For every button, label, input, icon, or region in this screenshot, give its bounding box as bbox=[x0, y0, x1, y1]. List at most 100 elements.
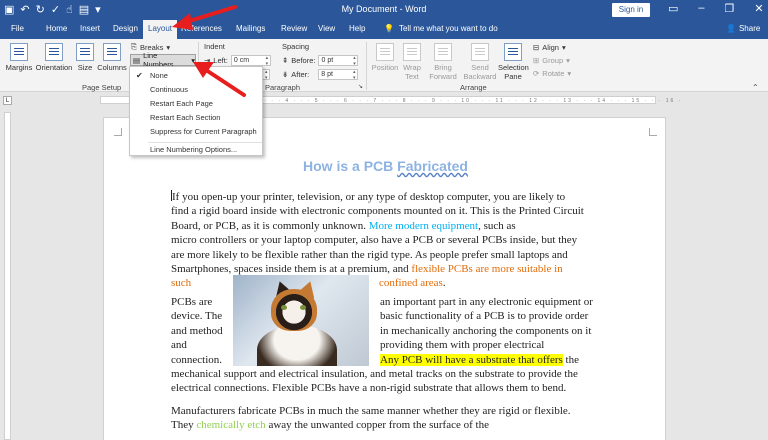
colored-text-run: confined areas bbox=[379, 277, 443, 290]
text-line: providing them with proper electrical bbox=[380, 339, 545, 352]
tab-selector[interactable]: L bbox=[3, 96, 12, 105]
text-run: If you open-up your printer, television,… bbox=[172, 191, 566, 203]
menu-item-continuous[interactable]: Continuous bbox=[130, 83, 262, 97]
spacing-before-input[interactable]: 0 pt bbox=[318, 55, 359, 67]
minimize-icon[interactable]: – bbox=[698, 2, 704, 15]
text-line: mechanical support and electrical insula… bbox=[171, 368, 578, 380]
margins-button[interactable]: Margins bbox=[4, 43, 34, 72]
highlighted-text-run: Any PCB will have a substrate that offer… bbox=[380, 353, 563, 366]
cat-photo[interactable] bbox=[233, 275, 369, 366]
chevron-down-icon: ▾ bbox=[567, 69, 572, 78]
orientation-label: Orientation bbox=[35, 63, 73, 72]
tab-design[interactable]: Design bbox=[113, 24, 138, 33]
ribbon-tabs: File Home Insert Design Layout Reference… bbox=[0, 20, 768, 39]
tab-references[interactable]: References bbox=[181, 24, 222, 33]
ribbon-layout: Margins Orientation Size Columns ⎘ Break… bbox=[0, 39, 768, 92]
colored-text-run: flexible PCBs are more suitable in bbox=[411, 263, 563, 276]
paragraph-2-right-column[interactable]: an important part in any electronic equi… bbox=[380, 295, 610, 367]
text-run: away the unwanted copper from the surfac… bbox=[265, 419, 489, 432]
spacing-heading: Spacing bbox=[282, 42, 310, 51]
columns-button[interactable]: Columns bbox=[96, 43, 128, 72]
share-button[interactable]: 👤 Share bbox=[726, 24, 760, 33]
align-button[interactable]: ⊟ Align ▾ bbox=[533, 43, 566, 52]
group-icon: ⊞ bbox=[533, 56, 540, 65]
heading-misspelled-word: Fabricated bbox=[397, 158, 468, 174]
rotate-icon: ⟳ bbox=[533, 69, 540, 78]
menu-item-none[interactable]: ✔ None bbox=[130, 69, 262, 83]
breaks-icon: ⎘ bbox=[131, 42, 137, 51]
close-icon[interactable]: ✕ bbox=[754, 2, 763, 15]
menu-item-line-numbering-options[interactable]: Line Numbering Options... bbox=[130, 143, 262, 157]
tab-layout[interactable]: Layout bbox=[143, 20, 178, 39]
text-run: , such as bbox=[478, 219, 516, 232]
wrap-text-button[interactable]: Wrap Text bbox=[401, 43, 423, 81]
group-button[interactable]: ⊞ Group ▾ bbox=[533, 56, 570, 65]
bring-forward-icon bbox=[434, 43, 452, 61]
arrange-group-label: Arrange bbox=[460, 83, 487, 92]
chevron-down-icon: ▾ bbox=[191, 55, 195, 65]
backward-label: Backward bbox=[463, 72, 497, 81]
tab-view[interactable]: View bbox=[318, 24, 335, 33]
tab-home[interactable]: Home bbox=[46, 24, 67, 33]
align-label: Align bbox=[542, 43, 559, 52]
position-label: Position bbox=[371, 63, 399, 72]
ribbon-display-icon[interactable]: ▭ bbox=[668, 2, 678, 15]
paragraph-2-bottom[interactable]: mechanical support and electrical insula… bbox=[171, 367, 611, 396]
menu-item-suppress[interactable]: Suppress for Current Paragraph bbox=[130, 125, 262, 139]
tab-mailings[interactable]: Mailings bbox=[236, 24, 265, 33]
maximize-icon[interactable]: ❐ bbox=[725, 2, 735, 15]
text-line: PCBs are bbox=[171, 296, 213, 308]
selection-pane-button[interactable]: Selection Pane bbox=[498, 43, 529, 81]
tab-review[interactable]: Review bbox=[281, 24, 307, 33]
spacing-after-icon: ⇟ bbox=[282, 70, 289, 79]
menu-item-restart-each-page[interactable]: Restart Each Page bbox=[130, 97, 262, 111]
text-run: connection. bbox=[171, 353, 223, 366]
text-line: Board, or PCB, as it is commonly unknown… bbox=[171, 219, 611, 233]
orientation-button[interactable]: Orientation bbox=[34, 43, 74, 72]
indent-left-input[interactable]: 0 cm bbox=[230, 55, 271, 67]
spacing-after-label: After: bbox=[291, 70, 310, 79]
text-line: electrical connections. Flexible PCBs ha… bbox=[171, 382, 567, 395]
page-setup-group-label: Page Setup bbox=[82, 83, 122, 92]
vertical-ruler[interactable] bbox=[4, 112, 11, 440]
group-divider bbox=[366, 42, 367, 90]
spacing-before-icon: ⇞ bbox=[282, 56, 289, 65]
paragraph-2-left-column[interactable]: PCBs are device. The and method and conn… bbox=[171, 295, 231, 367]
margins-icon bbox=[10, 43, 28, 61]
send-backward-button[interactable]: Send Backward bbox=[462, 43, 498, 81]
tab-file[interactable]: File bbox=[11, 24, 24, 33]
columns-icon bbox=[103, 43, 121, 61]
paragraph-group-label: Paragraph bbox=[265, 83, 301, 92]
text-line: micro controllers or your laptop compute… bbox=[171, 234, 578, 247]
document-page[interactable]: How is a PCB Fabricated If you open-up y… bbox=[103, 117, 666, 440]
text-run: the bbox=[562, 353, 579, 366]
text-line: Any PCB will have a substrate that offer… bbox=[380, 353, 610, 367]
spacing-after-input[interactable]: 8 pt bbox=[318, 69, 359, 81]
position-button[interactable]: Position bbox=[370, 43, 400, 72]
cat-eye bbox=[300, 305, 306, 310]
text-run: Smartphones, spaces inside them is at a … bbox=[171, 263, 412, 276]
spacing-before-control: ⇞ Before: 0 pt bbox=[282, 55, 359, 67]
align-icon: ⊟ bbox=[533, 43, 540, 52]
checkmark-icon: ✔ bbox=[136, 71, 143, 80]
share-label: Share bbox=[738, 24, 761, 33]
sign-in-button[interactable]: Sign in bbox=[612, 3, 650, 17]
tell-me-box[interactable]: 💡 Tell me what you want to do bbox=[384, 24, 498, 33]
selection-pane-icon bbox=[504, 43, 522, 61]
collapse-ribbon-icon[interactable]: ⌃ bbox=[752, 83, 759, 92]
tab-help[interactable]: Help bbox=[349, 24, 365, 33]
paragraph-3[interactable]: Manufacturers fabricate PCBs in much the… bbox=[171, 404, 611, 433]
bring-forward-button[interactable]: Bring Forward bbox=[425, 43, 461, 81]
text-line: are more likely to be flexible rather th… bbox=[171, 248, 568, 261]
margin-mark bbox=[114, 128, 122, 136]
person-icon: 👤 bbox=[726, 24, 736, 33]
cat-eye bbox=[281, 305, 287, 310]
document-heading[interactable]: How is a PCB Fabricated bbox=[104, 158, 667, 174]
menu-item-restart-each-section[interactable]: Restart Each Section bbox=[130, 111, 262, 125]
line-numbers-button[interactable]: ▤ Line Numbers ▾ bbox=[130, 51, 196, 69]
spacing-before-label: Before: bbox=[291, 56, 316, 65]
paragraph-launcher-icon[interactable]: ↘ bbox=[358, 83, 363, 90]
tab-insert[interactable]: Insert bbox=[80, 24, 100, 33]
rotate-button[interactable]: ⟳ Rotate ▾ bbox=[533, 69, 571, 78]
size-button[interactable]: Size bbox=[76, 43, 94, 72]
